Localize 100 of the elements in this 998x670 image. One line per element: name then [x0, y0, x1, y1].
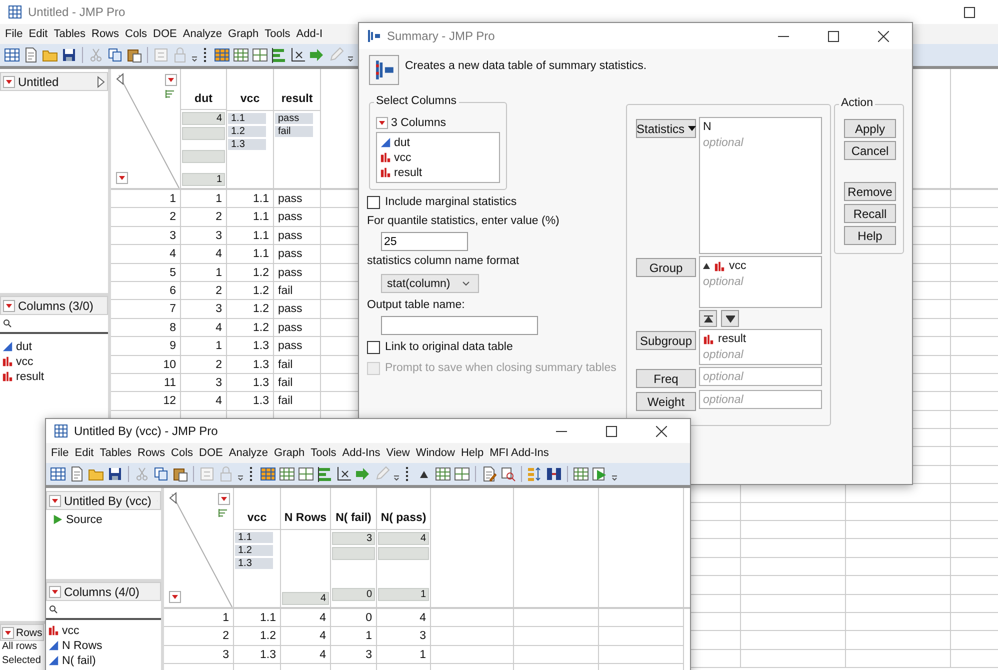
empty-cell[interactable]: [431, 646, 514, 664]
level-label[interactable]: fail: [275, 126, 313, 137]
column-name[interactable]: dut: [16, 340, 32, 352]
collapse-triangle-icon[interactable]: [116, 73, 124, 85]
panel-header[interactable]: Untitled By (vcc): [46, 491, 161, 510]
table-cell[interactable]: pass: [274, 300, 321, 319]
panel-header[interactable]: Columns (4/0): [46, 582, 161, 601]
histogram-bar[interactable]: [182, 127, 225, 140]
play-icon[interactable]: [592, 466, 608, 482]
menu-item[interactable]: Edit: [72, 447, 97, 459]
copy-icon[interactable]: [107, 47, 123, 63]
table-cell[interactable]: 1.3: [227, 374, 274, 392]
grid-icon[interactable]: [233, 47, 249, 63]
role-button[interactable]: Weight: [636, 392, 696, 411]
row-number[interactable]: 5: [111, 264, 181, 282]
role-item[interactable]: vcc: [729, 260, 746, 272]
row-number[interactable]: 4: [111, 245, 181, 264]
table-cell[interactable]: 3: [181, 374, 227, 392]
empty-cell[interactable]: [599, 609, 684, 628]
play-icon[interactable]: [52, 514, 63, 525]
column-header[interactable]: vcc: [234, 512, 280, 530]
move-down-button[interactable]: [721, 310, 739, 327]
empty-cell[interactable]: [599, 646, 684, 664]
empty-cell[interactable]: [741, 539, 846, 558]
table-cell[interactable]: 4: [181, 392, 227, 411]
menu-item[interactable]: Add-I: [293, 28, 326, 40]
grid-icon[interactable]: [252, 47, 268, 63]
table-cell[interactable]: 4: [281, 646, 331, 664]
checkbox[interactable]: [367, 196, 380, 208]
empty-cell[interactable]: [514, 609, 599, 628]
column-name[interactable]: N( fail): [62, 654, 96, 666]
grid-icon[interactable]: [298, 466, 314, 482]
table-cell[interactable]: 1.1: [234, 609, 281, 628]
menu-item[interactable]: Cols: [122, 28, 150, 40]
empty-cell[interactable]: [741, 612, 846, 632]
row-number[interactable]: 8: [111, 318, 181, 338]
table-icon[interactable]: [50, 466, 66, 482]
menu-item[interactable]: Tables: [96, 447, 134, 459]
panel-header[interactable]: Columns (3/0): [0, 296, 108, 315]
row-number[interactable]: 10: [111, 356, 181, 374]
table-cell[interactable]: 1: [181, 337, 227, 356]
sort-icon[interactable]: [527, 466, 543, 482]
table-cell[interactable]: pass: [274, 264, 321, 282]
table-cell[interactable]: 1.3: [227, 337, 274, 356]
table-icon[interactable]: [4, 47, 20, 63]
empty-cell[interactable]: [431, 627, 514, 646]
checkbox[interactable]: [367, 340, 380, 354]
menu-item[interactable]: DOE: [150, 28, 180, 40]
histogram-bar[interactable]: 3: [332, 532, 375, 545]
table-cell[interactable]: 2: [181, 282, 227, 300]
table-cell[interactable]: 1.3: [227, 392, 274, 411]
menu-item[interactable]: Tools: [308, 447, 340, 459]
expand-triangle-icon[interactable]: [97, 76, 105, 88]
table-cell[interactable]: 3: [181, 226, 227, 246]
filter-icon[interactable]: [165, 89, 175, 99]
role-button[interactable]: Freq: [636, 369, 696, 388]
table-cell[interactable]: fail: [274, 374, 321, 392]
empty-cell[interactable]: [741, 558, 846, 576]
table-cell[interactable]: 4: [181, 245, 227, 264]
format-dropdown[interactable]: stat(column): [381, 274, 479, 293]
table-cell[interactable]: fail: [274, 282, 321, 300]
table-cell[interactable]: 1.1: [227, 245, 274, 264]
column-header[interactable]: vcc: [227, 93, 273, 111]
bar-chart-icon[interactable]: [317, 466, 333, 482]
empty-cell[interactable]: [741, 502, 846, 522]
table-cell[interactable]: 1.2: [227, 282, 274, 300]
close-icon[interactable]: [656, 426, 667, 436]
level-label[interactable]: 1.3: [235, 558, 273, 569]
table-cell[interactable]: 1: [181, 264, 227, 282]
histogram-bar[interactable]: 1: [378, 588, 429, 601]
input-field[interactable]: [381, 316, 538, 335]
input-field[interactable]: 25: [381, 232, 468, 251]
collapse-triangle-icon[interactable]: [169, 492, 177, 504]
row-number[interactable]: 2: [164, 627, 234, 646]
row-number[interactable]: 12: [111, 392, 181, 411]
document-icon[interactable]: [69, 466, 85, 482]
column-name[interactable]: dut: [394, 136, 410, 148]
menu-item[interactable]: Graph: [271, 447, 308, 459]
menu-item[interactable]: Analyze: [226, 447, 272, 459]
maximize-icon[interactable]: [964, 6, 975, 18]
row-number[interactable]: 3: [111, 226, 181, 246]
row-number[interactable]: 3: [164, 646, 234, 664]
empty-cell[interactable]: [741, 594, 846, 613]
action-button[interactable]: Remove: [844, 182, 896, 201]
menu-item[interactable]: View: [383, 447, 413, 459]
table-cell[interactable]: 1: [181, 190, 227, 208]
level-label[interactable]: 1.2: [228, 126, 266, 137]
grid-icon[interactable]: [435, 466, 451, 482]
empty-cell[interactable]: [741, 631, 846, 650]
maximize-icon[interactable]: [606, 426, 617, 436]
menu-item[interactable]: Tools: [262, 28, 294, 40]
table-cell[interactable]: 4: [281, 609, 331, 628]
empty-cell[interactable]: [741, 521, 846, 540]
save-icon[interactable]: [61, 47, 77, 63]
row-number[interactable]: 1: [111, 190, 181, 208]
column-header[interactable]: result: [274, 93, 320, 111]
action-button[interactable]: Cancel: [844, 141, 896, 160]
document-icon[interactable]: [481, 466, 497, 482]
role-list[interactable]: result optional: [699, 329, 822, 365]
empty-cell[interactable]: [846, 521, 951, 540]
